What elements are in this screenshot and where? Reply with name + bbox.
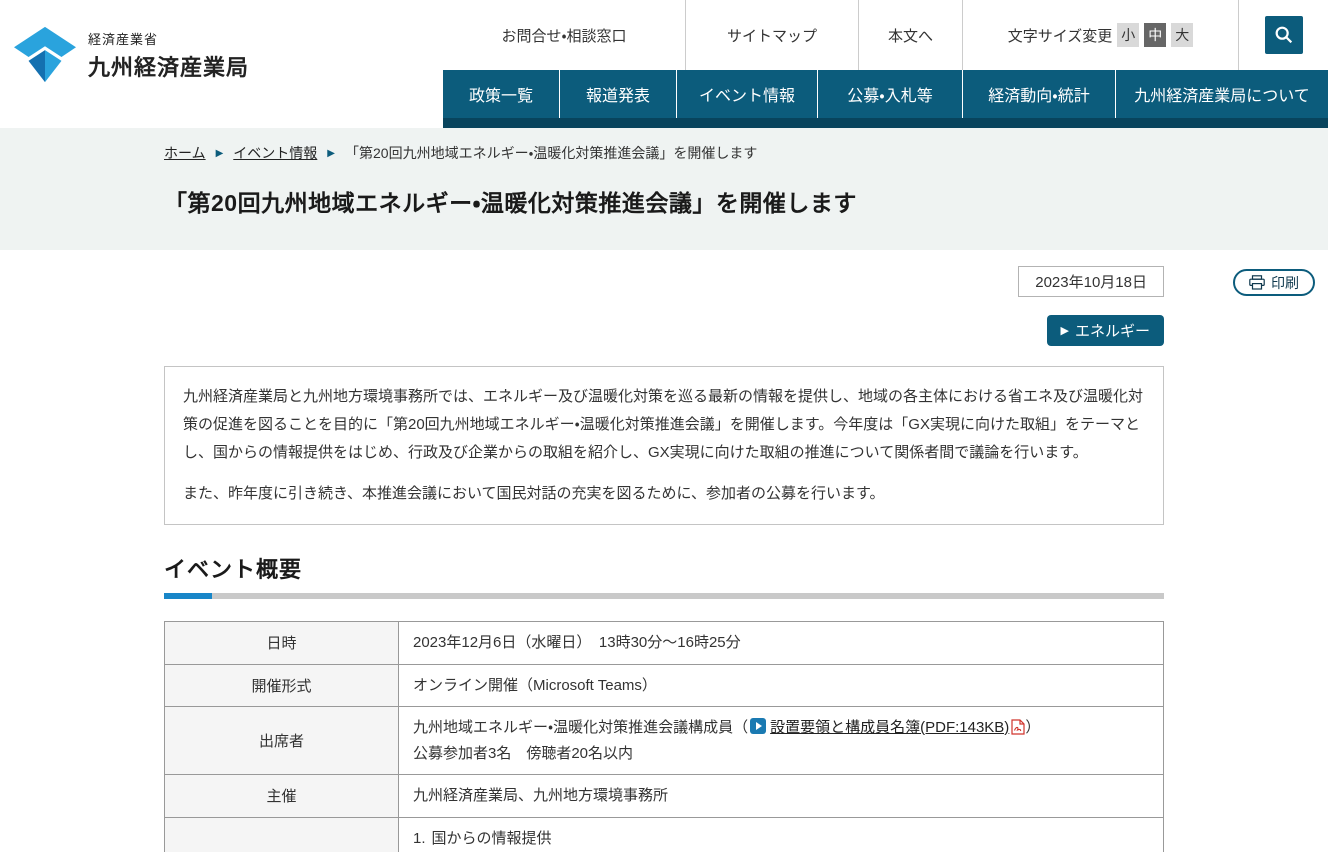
page: 経済産業省 九州経済産業局 お問合せ・相談窓口 サイトマップ 本文へ 文字サイズ… <box>0 0 1328 852</box>
section-heading: イベント概要 <box>164 552 1164 584</box>
site-logo[interactable]: 経済産業省 九州経済産業局 <box>14 26 249 84</box>
page-title: 「第20回九州地域エネルギー・温暖化対策推進会議」を開催します <box>164 184 1164 218</box>
logo-bureau: 九州経済産業局 <box>88 50 249 82</box>
font-size-large-button[interactable]: 大 <box>1171 23 1193 47</box>
heading-rule-accent <box>164 593 212 599</box>
nav-item-about[interactable]: 九州経済産業局について <box>1115 70 1328 118</box>
agenda-number: 1. <box>413 826 426 852</box>
nav-item-procurement[interactable]: 公募・入札等 <box>817 70 962 118</box>
heading-rule <box>164 593 1164 599</box>
nav-item-press[interactable]: 報道発表 <box>559 70 676 118</box>
search-area <box>1238 0 1328 70</box>
row-header-organizer: 主催 <box>165 775 399 818</box>
table-row-organizer: 主催 九州経済産業局、九州地方環境事務所 <box>165 775 1164 818</box>
row-value-datetime: 2023年12月6日（水曜日） 13時30分～16時25分 <box>399 622 1164 665</box>
utility-sitemap-link[interactable]: サイトマップ <box>685 0 858 70</box>
row-value-format: オンライン開催（Microsoft Teams） <box>399 664 1164 707</box>
table-row-agenda: 1. 国からの情報提供 資源エネルギー庁 環境省 <box>165 817 1164 852</box>
font-size-label: 文字サイズ変更 <box>1008 25 1113 46</box>
link-play-icon <box>750 718 766 734</box>
meti-logo-icon <box>14 26 76 84</box>
row-value-attendees: 九州地域エネルギー・温暖化対策推進会議構成員（ 設置要領と構成員名簿(PDF:14… <box>399 707 1164 775</box>
table-row-attendees: 出席者 九州地域エネルギー・温暖化対策推進会議構成員（ 設置要領と構成員名簿(PD… <box>165 707 1164 775</box>
search-icon <box>1273 24 1295 46</box>
utility-skip-to-content-link[interactable]: 本文へ <box>858 0 962 70</box>
attendees-line-1: 九州地域エネルギー・温暖化対策推進会議構成員（ 設置要領と構成員名簿(PDF:14… <box>413 715 1149 741</box>
publish-date: 2023年10月18日 <box>1018 266 1164 297</box>
global-nav: 政策一覧 報道発表 イベント情報 公募・入札等 経済動向・統計 九州経済産業局に… <box>443 70 1328 118</box>
logo-ministry: 経済産業省 <box>88 29 249 48</box>
breadcrumb-events-link[interactable]: イベント情報 <box>233 143 317 163</box>
attendees-prefix: 九州地域エネルギー・温暖化対策推進会議構成員（ <box>413 719 748 736</box>
attendees-line-2: 公募参加者3名 傍聴者20名以内 <box>413 741 1149 767</box>
nav-item-statistics[interactable]: 経済動向・統計 <box>962 70 1115 118</box>
category-tag-button[interactable]: ▶ エネルギー <box>1047 315 1164 346</box>
breadcrumb-current: 「第20回九州地域エネルギー・温暖化対策推進会議」を開催します <box>345 143 757 163</box>
intro-paragraph-1: 九州経済産業局と九州地方環境事務所では、エネルギー及び温暖化対策を巡る最新の情報… <box>183 383 1145 466</box>
category-tag-label: エネルギー <box>1075 320 1150 341</box>
row-header-format: 開催形式 <box>165 664 399 707</box>
row-header-attendees: 出席者 <box>165 707 399 775</box>
logo-text: 経済産業省 九州経済産業局 <box>88 29 249 82</box>
pdf-document-link[interactable]: 設置要領と構成員名簿(PDF:143KB) <box>770 719 1009 736</box>
breadcrumb: ホーム ▶ イベント情報 ▶ 「第20回九州地域エネルギー・温暖化対策推進会議」… <box>164 128 1164 163</box>
row-value-organizer: 九州経済産業局、九州地方環境事務所 <box>399 775 1164 818</box>
agenda-item-1: 1. 国からの情報提供 <box>413 826 1149 852</box>
font-size-small-button[interactable]: 小 <box>1117 23 1139 47</box>
nav-bottom-strip <box>443 118 1328 128</box>
table-row-format: 開催形式 オンライン開催（Microsoft Teams） <box>165 664 1164 707</box>
breadcrumb-arrow-icon: ▶ <box>216 148 224 159</box>
intro-box: 九州経済産業局と九州地方環境事務所では、エネルギー及び温暖化対策を巡る最新の情報… <box>164 366 1164 525</box>
heading-rule-rest <box>212 593 1164 599</box>
row-header-agenda <box>165 817 399 852</box>
event-overview-table: 日時 2023年12月6日（水曜日） 13時30分～16時25分 開催形式 オン… <box>164 621 1164 852</box>
font-size-medium-button[interactable]: 中 <box>1144 23 1166 47</box>
breadcrumb-arrow-icon: ▶ <box>327 148 335 159</box>
font-size-control: 文字サイズ変更 小 中 大 <box>962 0 1238 70</box>
row-value-agenda: 1. 国からの情報提供 資源エネルギー庁 環境省 <box>399 817 1164 852</box>
pdf-file-icon <box>1011 719 1025 735</box>
table-row-datetime: 日時 2023年12月6日（水曜日） 13時30分～16時25分 <box>165 622 1164 665</box>
search-button[interactable] <box>1265 16 1303 54</box>
tag-arrow-icon: ▶ <box>1061 324 1069 337</box>
site-header: 経済産業省 九州経済産業局 お問合せ・相談窓口 サイトマップ 本文へ 文字サイズ… <box>0 0 1328 128</box>
breadcrumb-home-link[interactable]: ホーム <box>164 143 206 163</box>
attendees-suffix: ） <box>1025 719 1040 736</box>
title-band: ホーム ▶ イベント情報 ▶ 「第20回九州地域エネルギー・温暖化対策推進会議」… <box>0 128 1328 250</box>
row-header-datetime: 日時 <box>165 622 399 665</box>
utility-bar: お問合せ・相談窓口 サイトマップ 本文へ 文字サイズ変更 小 中 大 <box>443 0 1328 70</box>
agenda-item-label: 国からの情報提供 <box>432 826 552 852</box>
intro-paragraph-2: また、昨年度に引き続き、本推進会議において国民対話の充実を図るために、参加者の公… <box>183 480 1145 508</box>
main-content: 2023年10月18日 ▶ エネルギー 九州経済産業局と九州地方環境事務所では、… <box>0 250 1328 852</box>
nav-item-events[interactable]: イベント情報 <box>676 70 817 118</box>
utility-contact-link[interactable]: お問合せ・相談窓口 <box>443 0 685 70</box>
nav-item-policies[interactable]: 政策一覧 <box>443 70 559 118</box>
